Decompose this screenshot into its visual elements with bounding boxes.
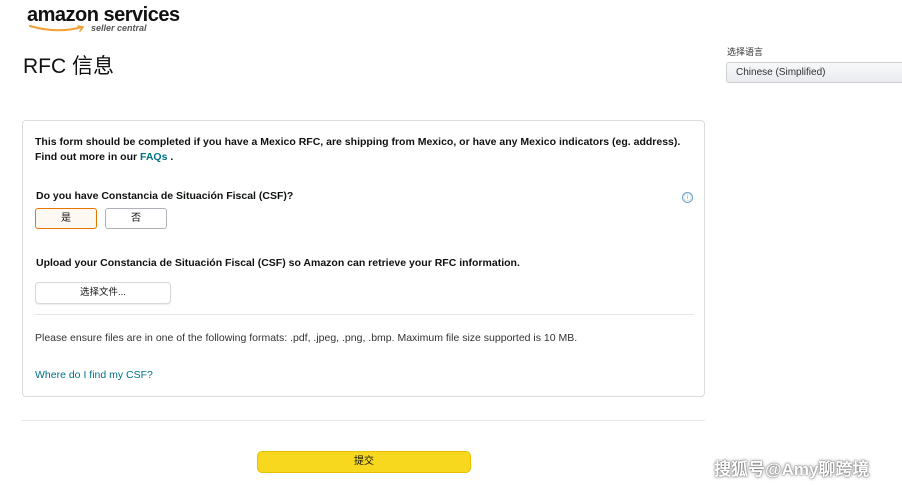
upload-instruction: Upload your Constancia de Situación Fisc… <box>36 257 520 269</box>
page-title: RFC 信息 <box>23 55 114 78</box>
faqs-link[interactable]: FAQs <box>140 151 167 163</box>
language-select[interactable]: Chinese (Simplified) <box>726 62 902 83</box>
rfc-form-card: This form should be completed if you hav… <box>22 120 705 397</box>
language-label: 选择语言 <box>727 47 764 57</box>
info-icon[interactable]: ⓘ <box>682 192 693 203</box>
form-intro: This form should be completed if you hav… <box>35 135 695 165</box>
logo-sub-text: seller central <box>91 23 147 33</box>
submit-button[interactable]: 提交 <box>257 451 471 473</box>
csf-question: Do you have Constancia de Situación Fisc… <box>36 190 294 202</box>
amazon-smile-icon <box>29 25 85 32</box>
choose-file-button[interactable]: 选择文件... <box>35 282 171 304</box>
csf-yes-button[interactable]: 是 <box>35 208 97 229</box>
intro-text: This form should be completed if you hav… <box>35 136 681 163</box>
watermark: 搜狐号@Amy聊跨境 <box>714 460 870 479</box>
amazon-services-logo: amazon services seller central <box>27 4 180 34</box>
file-formats-note: Please ensure files are in one of the fo… <box>35 332 578 344</box>
where-find-csf-link[interactable]: Where do I find my CSF? <box>35 369 153 381</box>
page-divider <box>22 420 705 421</box>
csf-no-button[interactable]: 否 <box>105 208 167 229</box>
section-divider <box>35 314 694 315</box>
intro-end: . <box>167 151 174 163</box>
